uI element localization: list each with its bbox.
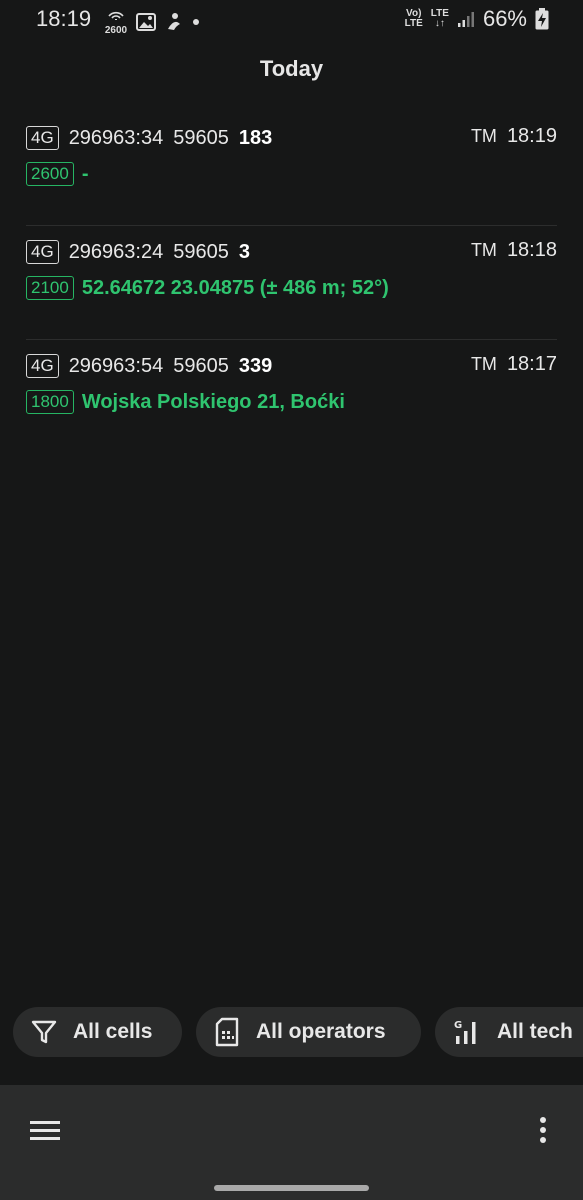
cell-log-list: 4G 296963:34 59605 183 TM 18:19 2600 - 4G… [26, 112, 557, 453]
list-item[interactable]: 4G 296963:34 59605 183 TM 18:19 2600 - [26, 112, 557, 226]
battery-charging-icon [535, 8, 549, 30]
more-options-icon[interactable] [536, 1115, 550, 1145]
status-right-icons: Vo) LTE LTE ↓↑ 66% [405, 6, 549, 32]
entry-time: 18:19 [506, 125, 557, 147]
location-text: 52.64672 23.04875 (± 486 m; 52°) [81, 276, 389, 299]
pci-value: 183 [238, 126, 273, 149]
cell-info-row: 4G 296963:34 59605 183 TM 18:19 [26, 125, 557, 151]
pci-value: 3 [238, 240, 250, 263]
location-text: - [81, 162, 89, 185]
status-bar: 18:19 2600 Vo) LTE LTE ↓↑ 66% [0, 0, 583, 40]
location-row: 2600 - [26, 162, 89, 186]
volte-bottom-label: LTE [404, 18, 423, 29]
operator-label: TM [470, 240, 497, 260]
operator-label: TM [470, 126, 497, 146]
operator-time: TM 18:17 [471, 353, 557, 376]
tac-value: 59605 [173, 240, 229, 263]
operator-time: TM 18:19 [471, 125, 557, 148]
status-band-label: 2600 [104, 25, 128, 36]
lte-data-icon: LTE ↓↑ [431, 9, 449, 29]
all-cells-label: All cells [73, 1020, 153, 1043]
page-title: Today [259, 56, 324, 81]
operator-label: TM [470, 354, 497, 374]
cell-id: 296963:24 [68, 240, 164, 263]
all-tech-label: All tech [497, 1020, 573, 1043]
signal-waves-icon [108, 11, 124, 20]
location-row: 2100 52.64672 23.04875 (± 486 m; 52°) [26, 276, 389, 300]
cell-info-row: 4G 296963:24 59605 3 TM 18:18 [26, 239, 557, 265]
cell-info-row: 4G 296963:54 59605 339 TM 18:17 [26, 353, 557, 379]
all-operators-filter-chip[interactable]: All operators [196, 1007, 421, 1057]
tac-value: 59605 [173, 126, 229, 149]
cell-signal-icon [457, 12, 474, 27]
filter-chips: All cells All operators G All tech [13, 1007, 583, 1059]
pci-value: 339 [238, 354, 273, 377]
svg-text:G: G [454, 1020, 462, 1031]
all-operators-label: All operators [256, 1020, 386, 1043]
filter-icon [31, 1020, 57, 1044]
battery-percent: 66% [482, 6, 527, 31]
more-notifications-dot-icon [193, 19, 199, 25]
bottom-app-bar [0, 1085, 583, 1200]
location-text: Wojska Polskiego 21, Boćki [81, 390, 345, 413]
band-badge: 2600 [26, 162, 74, 186]
sim-card-icon [215, 1017, 239, 1047]
volte-icon: Vo) LTE [405, 9, 423, 29]
entry-time: 18:18 [506, 239, 557, 261]
entry-time: 18:17 [506, 353, 557, 375]
gallery-icon [136, 13, 156, 31]
menu-icon[interactable] [30, 1119, 62, 1143]
band-badge: 1800 [26, 390, 74, 414]
tac-value: 59605 [173, 354, 229, 377]
status-left-icons: 2600 [104, 8, 200, 36]
all-cells-filter-chip[interactable]: All cells [13, 1007, 182, 1057]
data-arrows-icon: ↓↑ [434, 18, 445, 29]
operator-time: TM 18:18 [471, 239, 557, 262]
home-indicator[interactable] [214, 1185, 369, 1191]
list-item[interactable]: 4G 296963:24 59605 3 TM 18:18 2100 52.646… [26, 226, 557, 340]
tech-badge: 4G [26, 126, 59, 150]
all-tech-filter-chip[interactable]: G All tech [435, 1007, 583, 1057]
location-row: 1800 Wojska Polskiego 21, Boćki [26, 390, 345, 414]
tech-badge: 4G [26, 354, 59, 378]
hotspot-band-icon: 2600 [104, 8, 128, 36]
status-time: 18:19 [36, 6, 92, 31]
app-notification-icon [168, 13, 180, 30]
band-badge: 2100 [26, 276, 74, 300]
list-item[interactable]: 4G 296963:54 59605 339 TM 18:17 1800 Wojs… [26, 340, 557, 453]
tech-badge: 4G [26, 240, 59, 264]
network-tech-icon: G [454, 1020, 476, 1044]
cell-id: 296963:54 [68, 354, 164, 377]
cell-id: 296963:34 [68, 126, 164, 149]
